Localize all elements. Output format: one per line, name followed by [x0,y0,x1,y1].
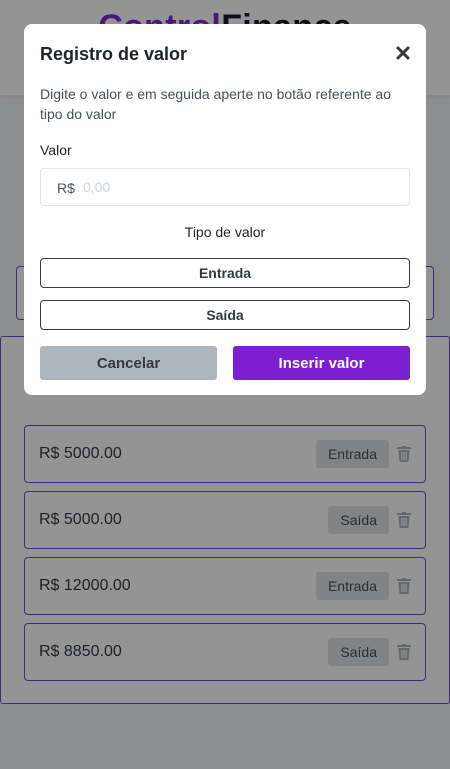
value-type-label: Tipo de valor [184,224,266,240]
modal-description: Digite o valor e em seguida aperte no bo… [40,86,392,122]
value-label: Valor [40,142,72,158]
modal-title: Registro de valor [40,44,188,64]
value-input-wrapper: R$ [40,168,410,206]
insert-value-button[interactable]: Inserir valor [233,346,410,380]
cancel-button[interactable]: Cancelar [40,346,217,380]
close-icon[interactable] [394,44,412,62]
value-input[interactable] [81,169,401,205]
entrada-button[interactable]: Entrada [40,258,410,288]
currency-prefix: R$ [57,180,75,196]
saida-button[interactable]: Saída [40,300,410,330]
register-value-modal: Registro de valor Digite o valor e em se… [24,24,426,395]
